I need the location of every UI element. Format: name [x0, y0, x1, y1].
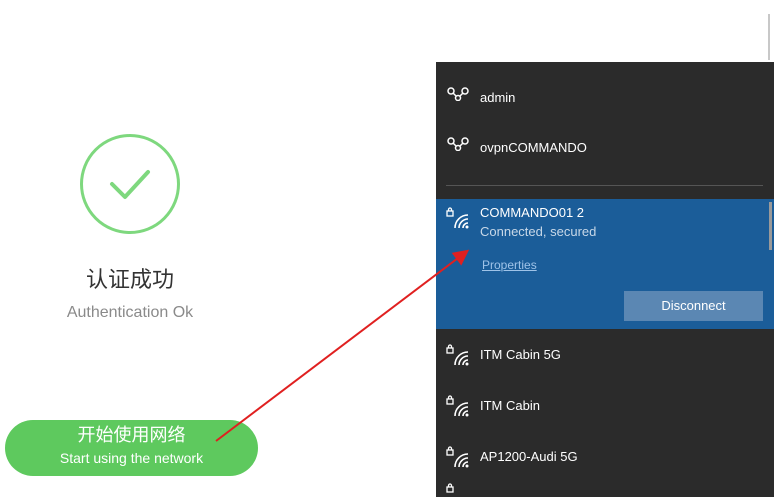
start-button-label-cn: 开始使用网络 [77, 425, 186, 446]
wifi-secured-icon [446, 395, 469, 417]
wifi-item-ap1200-audi-5g[interactable]: AP1200-Audi 5G [436, 431, 774, 481]
wifi-ssid-label: ITM Cabin [480, 398, 540, 413]
properties-link[interactable]: Properties [482, 258, 537, 272]
wifi-secured-icon [446, 446, 469, 468]
connected-ssid: COMMANDO01 2 [480, 205, 585, 220]
connection-status: Connected, secured [480, 224, 597, 239]
partial-wifi-icon [446, 483, 454, 493]
auth-success-subtitle: Authentication Ok [66, 304, 194, 321]
disconnect-button[interactable]: Disconnect [624, 291, 763, 321]
wifi-item-itm-cabin[interactable]: ITM Cabin [436, 380, 774, 430]
wifi-secured-icon [446, 207, 469, 229]
window-edge-divider [768, 14, 770, 60]
wifi-ssid-label: AP1200-Audi 5G [480, 449, 578, 464]
wifi-item-connected[interactable]: COMMANDO01 2 Connected, secured Properti… [436, 199, 774, 329]
flyout-scrollbar[interactable] [769, 202, 772, 250]
start-using-network-button[interactable]: 开始使用网络 Start using the network [5, 420, 258, 476]
success-check-circle-icon [80, 134, 180, 234]
start-button-label-en: Start using the network [59, 450, 204, 466]
auth-success-title: 认证成功 [85, 268, 174, 293]
vpn-item-admin[interactable]: admin [436, 68, 774, 118]
vpn-item-ovpncommando[interactable]: ovpnCOMMANDO [436, 118, 774, 168]
vpn-item-label: admin [480, 90, 516, 105]
wifi-ssid-label: ITM Cabin 5G [480, 347, 561, 362]
vpn-item-label: ovpnCOMMANDO [480, 140, 587, 155]
wifi-secured-icon [446, 344, 469, 366]
vpn-icon [447, 137, 469, 151]
vpn-icon [447, 87, 469, 101]
network-flyout: admin ovpnCOMMANDO COMMANDO01 2 Connecte… [436, 62, 774, 497]
wifi-item-itm-cabin-5g[interactable]: ITM Cabin 5G [436, 329, 774, 379]
flyout-divider [446, 185, 763, 186]
